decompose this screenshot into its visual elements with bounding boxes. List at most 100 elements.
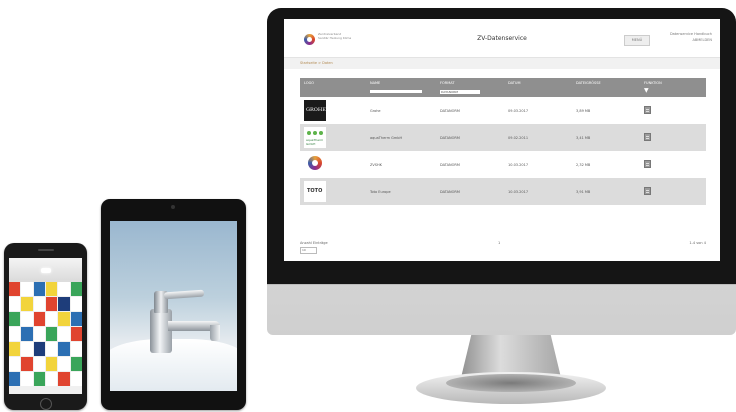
cell-date: 10.03.2017 xyxy=(508,190,529,194)
col-logo: LOGO xyxy=(304,81,315,85)
faucet-tip xyxy=(210,325,220,341)
wall-tile xyxy=(9,282,21,296)
faucet-lever xyxy=(163,289,205,300)
smartphone-device xyxy=(4,243,87,410)
table-row: ZVSHK DATANORM 10.03.2017 2,32 MB xyxy=(300,151,706,178)
wall-tile xyxy=(58,327,70,341)
wall-tile xyxy=(58,297,70,311)
per-page-select[interactable]: 10 xyxy=(300,247,317,254)
wall-tile xyxy=(33,312,45,326)
download-icon[interactable] xyxy=(644,133,651,141)
grohe-logo-icon: GROHE xyxy=(304,100,326,121)
filter-funnel-icon[interactable]: ▼ xyxy=(644,87,649,94)
download-icon[interactable] xyxy=(644,106,651,114)
wall-tile xyxy=(58,357,70,371)
format-filter-select[interactable]: DATANORM xyxy=(440,90,480,94)
account-links: Datenservice Handbuch ABMELDEN xyxy=(654,31,712,43)
ceiling-lamp xyxy=(41,268,51,273)
tiled-wall xyxy=(9,282,82,394)
phone-home-button xyxy=(40,398,52,410)
wall-tile xyxy=(9,327,21,341)
wall-tile xyxy=(33,357,45,371)
wall-tile xyxy=(45,282,58,296)
col-size[interactable]: DATEIGRÖSSE xyxy=(576,81,601,85)
wall-tile xyxy=(45,342,58,356)
data-table: LOGO NAME FORMAT DATUM DATEIGRÖSSE FUNKT… xyxy=(300,78,706,205)
pagination-page[interactable]: 1 xyxy=(498,241,500,245)
wall-tile xyxy=(70,312,82,326)
app-header: Zentralverband Sanitär Heizung Klima ZV-… xyxy=(284,19,720,58)
col-name[interactable]: NAME xyxy=(370,81,380,85)
cell-size: 3,41 MB xyxy=(576,136,591,140)
wall-tile xyxy=(9,357,21,371)
monitor-chin xyxy=(267,284,736,285)
wall-tile xyxy=(45,327,58,341)
cell-name: Grohe xyxy=(370,109,381,113)
cell-format: DATANORM xyxy=(440,136,460,140)
cell-size: 3,91 MB xyxy=(576,190,591,194)
monitor-stand-shadow xyxy=(446,374,576,392)
wall-tile xyxy=(58,342,70,356)
wall-tile xyxy=(70,342,82,356)
wall-tile xyxy=(33,342,45,356)
logo-dot xyxy=(319,131,323,135)
phone-speaker xyxy=(38,249,54,251)
download-icon[interactable] xyxy=(644,187,651,195)
aquatherm-logo-icon: aquaTherm GmbH xyxy=(304,127,326,148)
wall-tile xyxy=(9,312,21,326)
cell-date: 10.03.2017 xyxy=(508,163,529,167)
wall-tile xyxy=(58,282,70,296)
cell-name: aquaTherm GmbH xyxy=(370,136,403,140)
cell-date: 09.03.2017 xyxy=(508,109,529,113)
cell-date: 09.02.2011 xyxy=(508,136,529,140)
breadcrumb-text[interactable]: Startseite > Daten xyxy=(300,61,333,65)
wall-tile xyxy=(33,372,45,386)
col-function: FUNKTION xyxy=(644,81,662,85)
wall-tile xyxy=(70,372,82,386)
col-date[interactable]: DATUM xyxy=(508,81,520,85)
wall-tile xyxy=(21,342,33,356)
wall-tile xyxy=(21,282,33,296)
wall-tile xyxy=(70,282,82,296)
table-header: LOGO NAME FORMAT DATUM DATEIGRÖSSE FUNKT… xyxy=(300,78,706,97)
wall-tile xyxy=(70,297,82,311)
menu-button[interactable]: MENÜ xyxy=(624,35,650,46)
wall-tile xyxy=(9,342,21,356)
wall-tile xyxy=(58,312,70,326)
wall-tile xyxy=(70,327,82,341)
table-row: GROHE Grohe DATANORM 09.03.2017 3,89 MB xyxy=(300,97,706,124)
faucet-body xyxy=(150,309,172,353)
wall-tile xyxy=(58,372,70,386)
wall-tile xyxy=(45,297,58,311)
download-icon[interactable] xyxy=(644,160,651,168)
entry-count: 1-4 von 4 xyxy=(689,241,706,245)
cell-format: DATANORM xyxy=(440,109,460,113)
table-row: TOTO Toto Europe DATANORM 10.03.2017 3,9… xyxy=(300,178,706,205)
grohe-logo-text: GROHE xyxy=(306,107,326,113)
wall-tile xyxy=(9,372,21,386)
logout-link[interactable]: ABMELDEN xyxy=(654,37,712,43)
cell-size: 3,89 MB xyxy=(576,109,591,113)
wall-tile xyxy=(45,357,58,371)
col-format[interactable]: FORMAT xyxy=(440,81,454,85)
tablet-camera xyxy=(171,205,175,209)
table-row: aquaTherm GmbH aquaTherm GmbH DATANORM 0… xyxy=(300,124,706,151)
wall-tile xyxy=(33,297,45,311)
wall-tile xyxy=(21,312,33,326)
wall-tile xyxy=(33,327,45,341)
wall-tile xyxy=(21,297,33,311)
wall-tile xyxy=(45,372,58,386)
cell-format: DATANORM xyxy=(440,190,460,194)
wall-tile xyxy=(21,357,33,371)
logo-dot xyxy=(313,131,317,135)
zvshk-ring-logo-icon xyxy=(304,154,326,175)
wall-tile xyxy=(70,357,82,371)
name-filter-input[interactable] xyxy=(370,90,422,93)
tablet-device xyxy=(101,199,246,410)
cell-name: ZVSHK xyxy=(370,163,382,167)
toto-logo-icon: TOTO xyxy=(304,181,326,202)
per-page-label: Anzahl Einträge xyxy=(300,241,328,245)
wall-tile xyxy=(21,327,33,341)
ring-mark xyxy=(308,156,322,170)
cell-size: 2,32 MB xyxy=(576,163,591,167)
